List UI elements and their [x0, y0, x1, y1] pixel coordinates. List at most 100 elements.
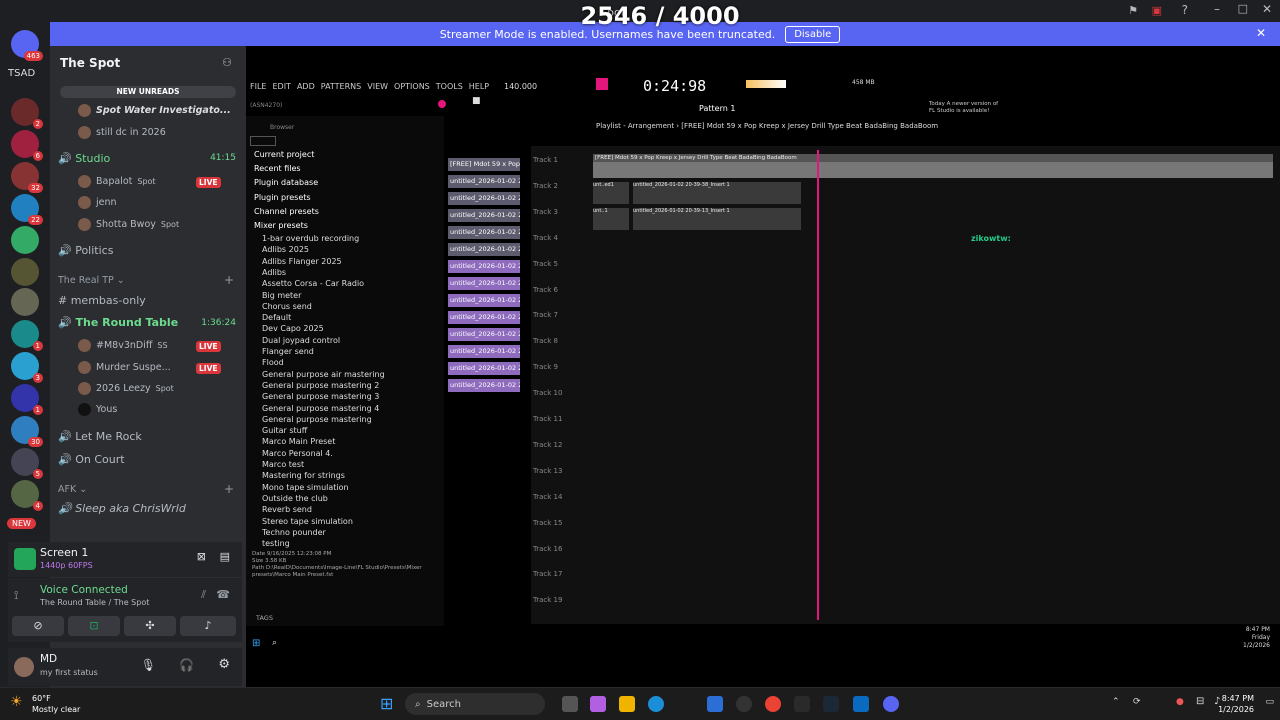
voice-user[interactable]: 2026 Leezy Spot [78, 382, 174, 395]
store-icon[interactable] [707, 696, 723, 712]
noise-suppression-icon[interactable]: ⫽ [201, 588, 206, 602]
menu-patterns[interactable]: PATTERNS [321, 82, 361, 91]
server-icon[interactable]: 2 [11, 98, 43, 129]
activities-button[interactable]: ✣ [124, 616, 176, 636]
voice-channel-sleep[interactable]: 🔊 Sleep aka ChrisWrld [58, 502, 186, 515]
preset-item[interactable]: General purpose mastering 3 [262, 392, 379, 401]
preset-item[interactable]: Mono tape simulation [262, 483, 349, 492]
taskbar-search[interactable]: ⌕ Search [405, 693, 545, 715]
browser-search[interactable] [250, 136, 276, 146]
invite-icon[interactable]: ⚇ [222, 56, 232, 69]
soundboard-button[interactable]: ♪ [180, 616, 236, 636]
voice-channel-letmerock[interactable]: 🔊 Let Me Rock [58, 430, 142, 443]
add-channel-icon[interactable]: + [224, 273, 234, 287]
voice-channel-oncourt[interactable]: 🔊 On Court [58, 453, 125, 466]
menu-file[interactable]: FILE [250, 82, 266, 91]
dm-home-icon[interactable]: 463 [11, 30, 43, 61]
network-icon[interactable]: ⊟ [1196, 696, 1204, 707]
minimize-icon[interactable]: – [1214, 2, 1220, 16]
user-status[interactable]: my first status [40, 668, 98, 677]
track-header[interactable]: Track 13 [533, 467, 562, 475]
server-icon[interactable]: 30 [11, 416, 43, 447]
inbox-icon[interactable]: ⚑ [1128, 4, 1138, 17]
menu-help[interactable]: HELP [469, 82, 489, 91]
app-icon[interactable] [736, 696, 752, 712]
channel-button[interactable]: untitled_2026-01-02 20- [448, 192, 520, 205]
preset-item[interactable]: Guitar stuff [262, 426, 307, 435]
preset-item[interactable]: Dev Capo 2025 [262, 324, 324, 333]
steam-icon[interactable] [823, 696, 839, 712]
browser-folder[interactable]: Recent files [254, 164, 301, 173]
headphones-icon[interactable]: 🎧 [179, 658, 194, 672]
voice-channel-politics[interactable]: 🔊 Politics [58, 244, 113, 257]
track-header[interactable]: Track 10 [533, 389, 562, 397]
update-hint[interactable]: Today A newer version of FL Studio is ava… [929, 101, 998, 115]
chrome-icon[interactable] [765, 696, 781, 712]
channel-button[interactable]: untitled_2026-01-02 20- [448, 345, 520, 358]
terminal-icon[interactable] [794, 696, 810, 712]
server-icon[interactable] [11, 226, 39, 254]
text-channel-membas[interactable]: # membas-only [58, 294, 146, 307]
channel-button[interactable]: untitled_2026-01-02 20- [448, 226, 520, 239]
channel-button[interactable]: untitled_2026-01-02 20- [448, 379, 520, 392]
inner-windows-icon[interactable]: ⊞ [252, 638, 260, 649]
track-header[interactable]: Track 16 [533, 545, 562, 553]
channel-button[interactable]: untitled_2026-01-02 20- [448, 260, 520, 273]
track-header[interactable]: Track 17 [533, 570, 562, 578]
menu-options[interactable]: OPTIONS [394, 82, 430, 91]
add-channel-icon[interactable]: + [224, 482, 234, 496]
voice-user[interactable]: Murder Suspe... [78, 361, 171, 374]
server-icon[interactable]: 5 [11, 448, 43, 479]
menu-add[interactable]: ADD [297, 82, 315, 91]
preset-item[interactable]: Chorus send [262, 302, 312, 311]
preset-item[interactable]: Dual joypad control [262, 336, 340, 345]
audio-clip[interactable]: untitled_2026-01-02 20-39-13_Insert 1 [633, 208, 801, 230]
tempo-display[interactable]: 140.000 [504, 82, 537, 91]
server-icon[interactable]: 1 [11, 384, 43, 415]
tray-chevron-icon[interactable]: ⌃ [1112, 697, 1120, 707]
stop-icon[interactable]: ■ [472, 96, 481, 106]
channel-button[interactable]: untitled_2026-01-02 20- [448, 294, 520, 307]
menu-edit[interactable]: EDIT [272, 82, 290, 91]
channel-button[interactable]: untitled_2026-01-02 20- [448, 362, 520, 375]
weather-icon[interactable]: ☀ [10, 694, 23, 710]
preset-item[interactable]: Default [262, 313, 291, 322]
thread-item[interactable]: Spot Water Investigato... [78, 104, 231, 117]
server-icon[interactable] [11, 258, 39, 286]
track-header[interactable]: Track 8 [533, 337, 558, 345]
user-name[interactable]: MD [40, 653, 57, 665]
preset-item[interactable]: Marco Personal 4. [262, 449, 333, 458]
preset-item[interactable]: Marco test [262, 460, 304, 469]
voice-user[interactable]: #M8v3nDiff SS [78, 339, 168, 352]
voice-user[interactable]: jenn [78, 196, 117, 209]
close-icon[interactable]: ✕ [1262, 2, 1272, 16]
pattern-selector[interactable]: Pattern 1 [699, 104, 735, 113]
browser-folder[interactable]: Plugin database [254, 178, 318, 187]
task-view-icon[interactable] [562, 696, 578, 712]
audio-clip[interactable]: untitled_2026-01-02 20-39-38_Insert 1 [633, 182, 801, 204]
track-header[interactable]: Track 4 [533, 234, 558, 242]
server-icon[interactable]: 4 [11, 480, 43, 511]
notification-icon[interactable]: ▭ [1265, 697, 1274, 707]
preset-item[interactable]: Techno pounder [262, 528, 326, 537]
copilot-icon[interactable] [590, 696, 606, 712]
track-header[interactable]: Track 6 [533, 286, 558, 294]
screen-icon[interactable]: ▣ [1152, 4, 1162, 17]
new-pill[interactable]: NEW [7, 518, 36, 529]
microphone-icon[interactable]: 🎙 [141, 658, 156, 672]
track-header[interactable]: Track 14 [533, 493, 562, 501]
server-icon[interactable]: 32 [11, 162, 43, 193]
track-header[interactable]: Track 11 [533, 415, 562, 423]
category-afk[interactable]: AFK ⌄ [58, 484, 87, 495]
banner-close-icon[interactable]: ✕ [1256, 26, 1266, 40]
start-icon[interactable]: ⊞ [380, 694, 393, 713]
preset-item[interactable]: Reverb send [262, 505, 312, 514]
mic-tray-icon[interactable]: ● [1176, 697, 1184, 707]
browser-folder[interactable]: Plugin presets [254, 193, 311, 202]
stop-stream-icon[interactable]: ⊠ [197, 550, 206, 563]
server-name[interactable]: The Spot [60, 56, 120, 70]
disable-button[interactable]: Disable [785, 25, 841, 43]
track-header[interactable]: Track 15 [533, 519, 562, 527]
preset-item[interactable]: Marco Main Preset [262, 437, 335, 446]
user-avatar[interactable] [14, 657, 34, 677]
